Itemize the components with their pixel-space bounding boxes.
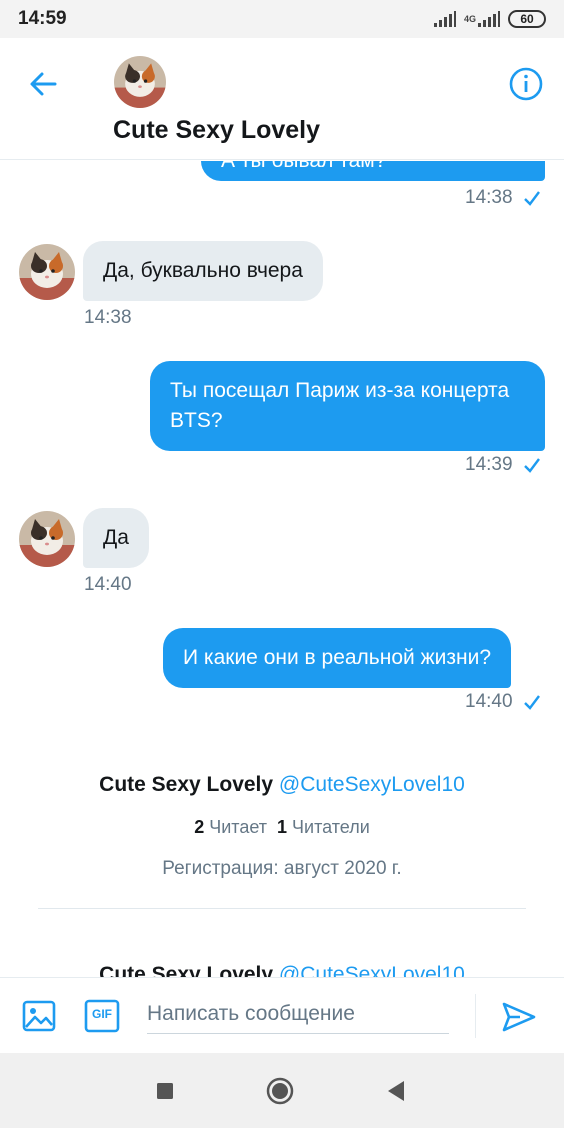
profile-handle: @CuteSexyLovel10: [278, 773, 465, 796]
profile-name: Cute Sexy Lovely: [99, 773, 274, 796]
back-arrow-icon: [30, 72, 57, 96]
conversation-title[interactable]: Cute Sexy Lovely: [113, 116, 320, 145]
send-button[interactable]: [498, 996, 540, 1038]
back-nav-button[interactable]: [380, 1075, 412, 1107]
profile-joined: Регистрация: август 2020 г.: [162, 858, 402, 879]
send-icon: [502, 1002, 536, 1032]
profile-stats: 2 Читает 1 Читатели: [0, 817, 564, 838]
message-time: 14:38: [84, 307, 132, 328]
status-icons: 4G 60: [433, 10, 546, 28]
header-avatar[interactable]: [114, 56, 166, 108]
profile-name: Cute Sexy Lovely: [99, 963, 274, 977]
status-bar: 14:59 4G 60: [0, 0, 564, 38]
message-time: 14:40: [465, 691, 513, 712]
message-time: 14:39: [465, 454, 513, 475]
home-button[interactable]: [264, 1075, 296, 1107]
message-text: Да, буквально вчера: [103, 259, 303, 282]
following-count: 2: [194, 817, 205, 837]
message-bubble-outgoing[interactable]: Ты посещал Париж из-за концерта BTS?: [150, 361, 545, 451]
info-button[interactable]: [504, 62, 548, 106]
nav-back-icon: [388, 1081, 404, 1101]
system-nav-bar: [0, 1053, 564, 1128]
read-check-icon: [523, 695, 540, 710]
message-bubble-outgoing[interactable]: А ты бывал там?: [201, 161, 545, 181]
message-text: Да: [103, 526, 129, 549]
message-time: 14:38: [465, 187, 513, 208]
status-time: 14:59: [18, 8, 67, 29]
followers-count: 1: [277, 817, 288, 837]
battery-icon: 60: [508, 10, 546, 28]
avatar: [19, 511, 75, 567]
message-meta: 14:39: [465, 454, 541, 476]
message-text: И какие они в реальной жизни?: [183, 646, 492, 669]
following-label: Читает: [209, 817, 267, 837]
message-meta: 14:40: [84, 574, 132, 596]
signal-icon: [433, 11, 456, 27]
message-meta: 14:38: [84, 307, 132, 329]
composer-divider: [475, 994, 476, 1038]
message-meta: 14:40: [465, 691, 541, 713]
profile-card-name[interactable]: Cute Sexy Lovely @CuteSexyLovel10: [0, 773, 564, 797]
message-text: Ты посещал Париж из-за концерта BTS?: [170, 379, 510, 432]
message-text: А ты бывал там?: [221, 161, 386, 172]
recents-button[interactable]: [149, 1075, 181, 1107]
back-button[interactable]: [22, 62, 66, 106]
profile-card-name-peek: Cute Sexy Lovely @CuteSexyLovel10: [0, 963, 564, 977]
profile-handle: @CuteSexyLovel10: [278, 963, 465, 977]
message-meta: 14:38: [465, 187, 541, 209]
info-icon: [509, 67, 543, 101]
avatar: [114, 56, 166, 108]
nav-square-icon: [157, 1083, 173, 1099]
message-input[interactable]: [147, 994, 449, 1034]
nav-circle-icon: [266, 1077, 294, 1105]
sender-avatar[interactable]: [19, 511, 75, 567]
avatar: [19, 244, 75, 300]
add-gif-button[interactable]: GIF: [84, 998, 120, 1034]
network-type: 4G: [463, 14, 476, 24]
message-composer: GIF: [0, 977, 564, 1053]
sender-avatar[interactable]: [19, 244, 75, 300]
gif-label: GIF: [92, 1007, 112, 1021]
divider: [38, 908, 526, 909]
message-time: 14:40: [84, 574, 132, 595]
followers-label: Читатели: [292, 817, 370, 837]
signal-4g-icon: [478, 11, 500, 27]
message-bubble-incoming[interactable]: Да, буквально вчера: [83, 241, 323, 301]
read-check-icon: [523, 191, 540, 206]
battery-level: 60: [520, 12, 534, 26]
message-list[interactable]: А ты бывал там? 14:38 Да, буквально вчер…: [0, 161, 564, 977]
read-check-icon: [523, 458, 540, 473]
message-bubble-outgoing[interactable]: И какие они в реальной жизни?: [163, 628, 512, 688]
conversation-header: Cute Sexy Lovely: [0, 38, 564, 160]
message-bubble-incoming[interactable]: Да: [83, 508, 149, 568]
image-icon: [22, 1000, 56, 1032]
add-photo-button[interactable]: [21, 998, 57, 1034]
